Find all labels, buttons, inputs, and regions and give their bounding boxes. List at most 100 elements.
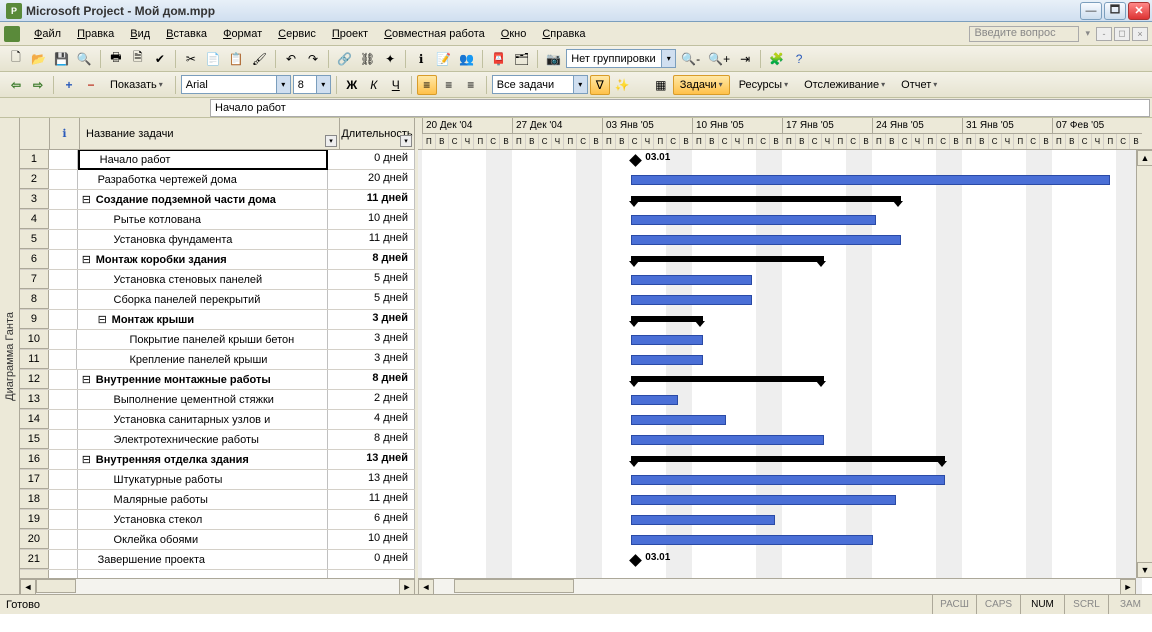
split-button[interactable]: ✦ bbox=[380, 49, 400, 69]
task-row[interactable]: 8 Сборка панелей перекрытий5 дней bbox=[20, 290, 415, 310]
info-cell[interactable] bbox=[49, 450, 78, 469]
duration-cell[interactable]: 5 дней bbox=[328, 290, 415, 309]
info-cell[interactable] bbox=[49, 330, 78, 349]
summary-bar[interactable] bbox=[631, 256, 824, 262]
close-button[interactable] bbox=[1128, 2, 1150, 20]
task-info-button[interactable]: ℹ bbox=[411, 49, 431, 69]
mdi-restore-button[interactable]: ◻ bbox=[1114, 27, 1130, 41]
summary-bar[interactable] bbox=[631, 456, 945, 462]
task-bar[interactable] bbox=[631, 495, 896, 505]
info-cell[interactable] bbox=[49, 310, 78, 329]
menu-файл[interactable]: Файл bbox=[26, 25, 69, 43]
info-cell[interactable] bbox=[49, 170, 78, 189]
task-row[interactable]: 19Установка стекол6 дней bbox=[20, 510, 415, 530]
row-number[interactable]: 8 bbox=[20, 290, 49, 309]
wizard-button[interactable]: ✨ bbox=[612, 75, 633, 95]
outline-toggle-icon[interactable]: ⊟ bbox=[82, 193, 92, 206]
gantt-hscroll[interactable]: ◄ ► bbox=[418, 578, 1136, 594]
task-row[interactable]: 10 Покрытие панелей крыши бетон3 дней bbox=[20, 330, 415, 350]
row-number[interactable]: 10 bbox=[20, 330, 49, 349]
duration-cell[interactable]: 11 дней bbox=[328, 230, 415, 249]
duration-cell[interactable]: 10 дней bbox=[328, 530, 415, 549]
row-number[interactable]: 21 bbox=[20, 550, 49, 569]
gantt-scroll-left-icon[interactable]: ◄ bbox=[418, 579, 434, 595]
zoom-in-button[interactable]: 🔍+ bbox=[705, 49, 733, 69]
task-row[interactable]: 7Установка стеновых панелей5 дней bbox=[20, 270, 415, 290]
menu-совместная работа[interactable]: Совместная работа bbox=[376, 25, 493, 43]
task-bar[interactable] bbox=[631, 235, 901, 245]
info-cell[interactable] bbox=[49, 470, 78, 489]
task-row[interactable]: 20Оклейка обоями10 дней bbox=[20, 530, 415, 550]
task-bar[interactable] bbox=[631, 395, 677, 405]
task-name-cell[interactable]: Разработка чертежей дома bbox=[78, 170, 328, 189]
assign-button[interactable]: 👥 bbox=[456, 49, 477, 69]
info-cell[interactable] bbox=[49, 430, 78, 449]
col-duration-filter-icon[interactable]: ▾ bbox=[400, 135, 412, 147]
task-row[interactable]: 1Начало работ0 дней bbox=[20, 150, 415, 170]
mdi-close-button[interactable]: × bbox=[1132, 27, 1148, 41]
format-painter-button[interactable]: 🖌 bbox=[249, 49, 270, 69]
duration-cell[interactable]: 11 дней bbox=[328, 190, 415, 209]
summary-bar[interactable] bbox=[631, 376, 824, 382]
row-number[interactable]: 1 bbox=[20, 150, 49, 169]
info-cell[interactable] bbox=[49, 390, 78, 409]
grouping-combo[interactable]: Нет группировки▾ bbox=[566, 49, 676, 68]
task-name-cell[interactable]: ⊟Монтаж коробки здания bbox=[78, 250, 328, 269]
task-name-cell[interactable]: Выполнение цементной стяжки bbox=[78, 390, 329, 409]
task-name-cell[interactable]: Покрытие панелей крыши бетон bbox=[77, 330, 328, 349]
task-name-cell[interactable]: Сборка панелей перекрытий bbox=[78, 290, 329, 309]
font-combo[interactable]: Arial▾ bbox=[181, 75, 291, 94]
milestone-marker[interactable] bbox=[629, 154, 642, 167]
indent-minus-button[interactable]: − bbox=[81, 75, 101, 95]
duration-cell[interactable]: 8 дней bbox=[328, 430, 415, 449]
zoom-out-button[interactable]: 🔍- bbox=[678, 49, 703, 69]
task-bar[interactable] bbox=[631, 435, 824, 445]
report-pane-button[interactable]: Отчет bbox=[894, 75, 944, 95]
row-number[interactable]: 12 bbox=[20, 370, 49, 389]
col-info[interactable]: ℹ bbox=[50, 118, 80, 149]
outdent-plus-button[interactable]: + bbox=[59, 75, 79, 95]
duration-cell[interactable]: 3 дней bbox=[328, 330, 415, 349]
align-right-button[interactable]: ≡ bbox=[461, 75, 481, 95]
info-cell[interactable] bbox=[49, 550, 78, 569]
minimize-button[interactable]: — bbox=[1080, 2, 1102, 20]
spellcheck-button[interactable]: ✔ bbox=[150, 49, 170, 69]
duration-cell[interactable]: 10 дней bbox=[328, 210, 415, 229]
task-row[interactable]: 9⊟Монтаж крыши3 дней bbox=[20, 310, 415, 330]
filter-combo[interactable]: Все задачи▾ bbox=[492, 75, 588, 94]
scroll-down-icon[interactable]: ▼ bbox=[1137, 562, 1152, 578]
info-cell[interactable] bbox=[49, 250, 78, 269]
grid-hscroll[interactable]: ◄ ► bbox=[20, 578, 415, 594]
notes-button[interactable]: 📝 bbox=[433, 49, 454, 69]
row-number[interactable]: 11 bbox=[20, 350, 49, 369]
row-number[interactable]: 3 bbox=[20, 190, 49, 209]
row-number[interactable]: 18 bbox=[20, 490, 49, 509]
task-name-cell[interactable]: Электротехнические работы bbox=[78, 430, 329, 449]
help-search-input[interactable]: Введите вопрос bbox=[969, 26, 1079, 42]
align-left-button[interactable]: ≡ bbox=[417, 75, 437, 95]
info-cell[interactable] bbox=[49, 530, 78, 549]
task-row[interactable]: 11Крепление панелей крыши3 дней bbox=[20, 350, 415, 370]
task-row[interactable]: 6⊟Монтаж коробки здания8 дней bbox=[20, 250, 415, 270]
task-row[interactable]: 12⊟Внутренние монтажные работы8 дней bbox=[20, 370, 415, 390]
task-name-cell[interactable]: Оклейка обоями bbox=[78, 530, 329, 549]
save-button[interactable]: 💾 bbox=[51, 49, 72, 69]
row-number[interactable]: 17 bbox=[20, 470, 49, 489]
duration-cell[interactable]: 0 дней bbox=[328, 150, 415, 169]
scroll-left-icon[interactable]: ◄ bbox=[20, 579, 36, 595]
task-bar[interactable] bbox=[631, 535, 873, 545]
help-dropdown-icon[interactable]: ▾ bbox=[1085, 28, 1090, 39]
task-bar[interactable] bbox=[631, 515, 775, 525]
info-cell[interactable] bbox=[49, 210, 78, 229]
duration-cell[interactable]: 6 дней bbox=[328, 510, 415, 529]
info-cell[interactable] bbox=[49, 150, 78, 169]
task-row[interactable]: 2Разработка чертежей дома20 дней bbox=[20, 170, 415, 190]
col-name-filter-icon[interactable]: ▾ bbox=[325, 135, 337, 147]
task-row[interactable]: 4Рытье котлована10 дней bbox=[20, 210, 415, 230]
scroll-right-icon[interactable]: ► bbox=[399, 579, 415, 595]
outline-toggle-icon[interactable]: ⊟ bbox=[82, 373, 92, 386]
formula-input[interactable]: Начало работ bbox=[210, 99, 1150, 117]
task-bar[interactable] bbox=[631, 295, 752, 305]
tracking-pane-button[interactable]: Отслеживание bbox=[797, 75, 892, 95]
milestone-marker[interactable] bbox=[629, 554, 642, 567]
